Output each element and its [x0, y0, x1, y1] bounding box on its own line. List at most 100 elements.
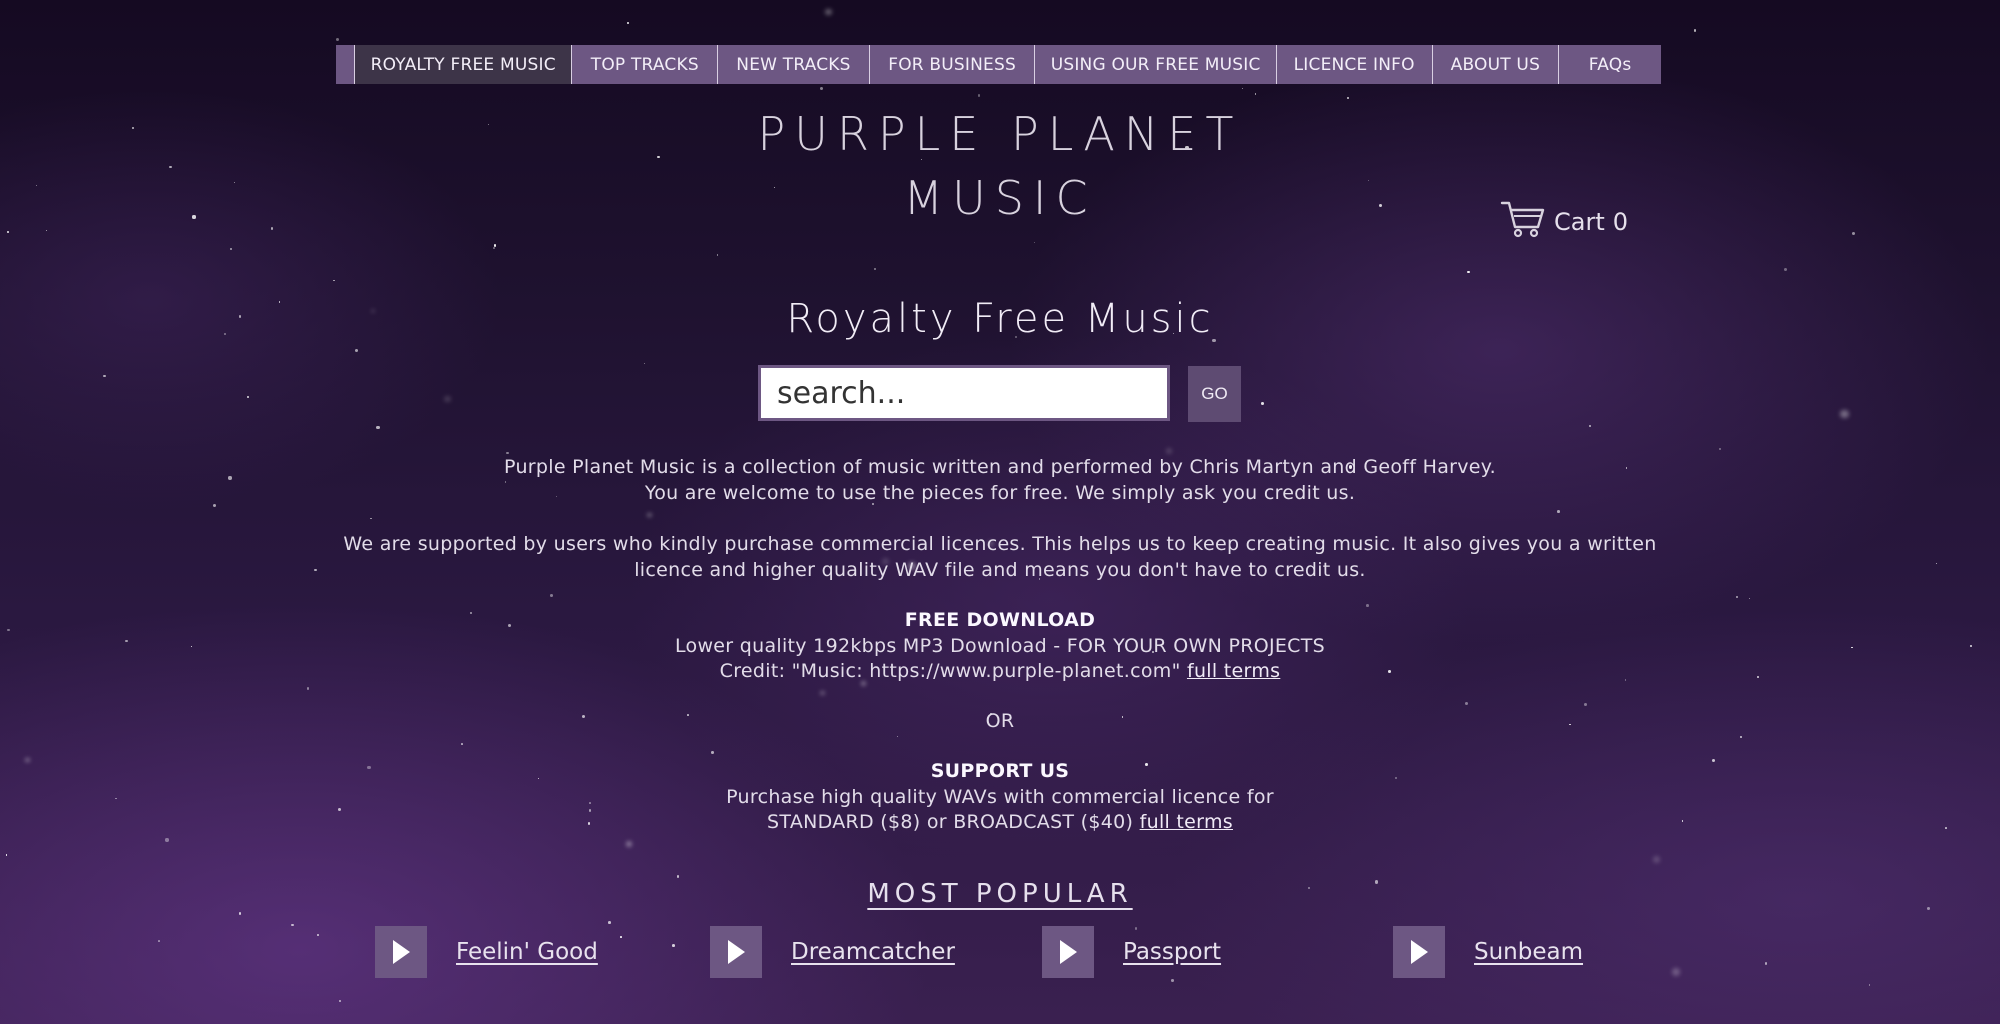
star-dot: [506, 451, 510, 455]
star-dot: [1672, 968, 1680, 976]
support-line-2: STANDARD ($8) or BROADCAST ($40): [767, 811, 1134, 833]
track-title-link[interactable]: Sunbeam: [1474, 939, 1583, 965]
play-button[interactable]: [1042, 926, 1094, 978]
star-dot: [317, 934, 319, 936]
star-dot: [291, 923, 294, 927]
most-popular-heading[interactable]: MOST POPULAR: [0, 879, 2000, 909]
star-dot: [493, 247, 496, 250]
star-dot: [333, 279, 335, 282]
star-dot: [376, 425, 380, 429]
support-intro-line-1: We are supported by users who kindly pur…: [343, 533, 1657, 555]
star-dot: [607, 921, 611, 925]
nav-item-royalty-free-music[interactable]: ROYALTY FREE MUSIC: [354, 45, 573, 84]
star-dot: [1851, 232, 1855, 236]
free-download-terms-link[interactable]: full terms: [1187, 660, 1280, 682]
nav-divider: [336, 45, 355, 84]
star-dot: [716, 254, 719, 256]
star-dot: [1165, 447, 1172, 454]
star-dot: [1748, 598, 1751, 600]
star-dot: [102, 374, 106, 378]
nav-item-for-business[interactable]: FOR BUSINESS: [870, 45, 1036, 84]
play-icon: [1060, 940, 1077, 964]
star-dot: [1693, 29, 1697, 33]
star-dot: [672, 944, 676, 948]
support-line-1: Purchase high quality WAVs with commerci…: [726, 785, 1274, 808]
play-button[interactable]: [710, 926, 762, 978]
support-intro-text: We are supported by users who kindly pur…: [0, 532, 2000, 583]
star-dot: [1840, 409, 1849, 419]
star-dot: [896, 735, 898, 737]
star-dot: [820, 691, 825, 696]
star-dot: [711, 751, 714, 754]
star-dot: [676, 875, 680, 878]
star-dot: [1346, 96, 1349, 100]
most-popular-label: MOST POPULAR: [867, 879, 1133, 909]
star-dot: [619, 936, 622, 938]
star-dot: [306, 687, 310, 690]
support-line-2-row: STANDARD ($8) or BROADCAST ($40) full te…: [0, 810, 2000, 836]
star-dot: [1467, 270, 1470, 274]
page-heading: Royalty Free Music: [786, 296, 1214, 342]
star-dot: [626, 21, 629, 25]
star-dot: [820, 87, 824, 91]
star-dot: [1735, 596, 1739, 599]
star-dot: [246, 396, 249, 399]
play-button[interactable]: [1393, 926, 1445, 978]
free-download-credit-row: Credit: "Music: https://www.purple-plane…: [0, 659, 2000, 685]
nav-item-new-tracks[interactable]: NEW TRACKS: [718, 45, 870, 84]
track-item: Sunbeam: [1393, 926, 1583, 978]
track-item: Dreamcatcher: [710, 926, 955, 978]
track-item: Passport: [1042, 926, 1221, 978]
star-dot: [1588, 424, 1592, 428]
star-dot: [1783, 268, 1787, 272]
star-dot: [6, 230, 10, 234]
cart-icon: [1500, 200, 1546, 244]
star-dot: [1868, 984, 1870, 986]
star-dot: [1739, 736, 1742, 739]
star-dot: [1241, 87, 1243, 89]
star-dot: [1366, 603, 1370, 607]
go-button[interactable]: GO: [1188, 366, 1241, 422]
search-input[interactable]: [758, 365, 1170, 421]
play-icon: [728, 940, 745, 964]
star-dot: [549, 594, 553, 597]
star-dot: [874, 268, 877, 271]
track-title-link[interactable]: Dreamcatcher: [791, 939, 955, 965]
nav-item-about-us[interactable]: ABOUT US: [1433, 45, 1560, 84]
star-dot: [444, 395, 451, 403]
or-separator: OR: [985, 710, 1015, 732]
free-download-section: FREE DOWNLOAD Lower quality 192kbps MP3 …: [0, 608, 2000, 685]
star-dot: [1465, 701, 1469, 705]
star-dot: [1034, 242, 1036, 244]
site-title-line2: MUSIC: [903, 171, 1097, 225]
intro-line-2: You are welcome to use the pieces for fr…: [644, 481, 1356, 504]
nav-item-licence-info[interactable]: LICENCE INFO: [1277, 45, 1433, 84]
star-dot: [229, 247, 233, 251]
star-dot: [461, 743, 464, 746]
nav-item-using-our-free-music[interactable]: USING OUR FREE MUSIC: [1035, 45, 1277, 84]
star-dot: [158, 940, 161, 943]
star-dot: [239, 912, 242, 915]
star-dot: [1719, 447, 1722, 450]
star-dot: [46, 230, 48, 232]
support-section: SUPPORT US Purchase high quality WAVs wi…: [0, 759, 2000, 836]
support-heading: SUPPORT US: [930, 760, 1070, 782]
nav-item-faqs[interactable]: FAQs: [1559, 45, 1661, 84]
star-dot: [493, 244, 497, 247]
support-terms-link[interactable]: full terms: [1140, 811, 1233, 833]
play-button[interactable]: [375, 926, 427, 978]
track-title-link[interactable]: Feelin' Good: [456, 939, 598, 965]
star-dot: [977, 94, 981, 98]
support-intro-line-2: licence and higher quality WAV file and …: [634, 558, 1366, 581]
star-dot: [335, 37, 339, 42]
play-icon: [1411, 940, 1428, 964]
nav-item-top-tracks[interactable]: TOP TRACKS: [572, 45, 719, 84]
star-dot: [5, 854, 8, 856]
star-dot: [1170, 979, 1174, 982]
star-dot: [354, 349, 359, 353]
site-logo-title[interactable]: PURPLE PLANET MUSIC: [0, 102, 2000, 230]
cart-button[interactable]: Cart 0: [1500, 200, 1628, 244]
track-title-link[interactable]: Passport: [1123, 939, 1221, 965]
star-dot: [644, 362, 646, 364]
star-dot: [647, 512, 653, 518]
